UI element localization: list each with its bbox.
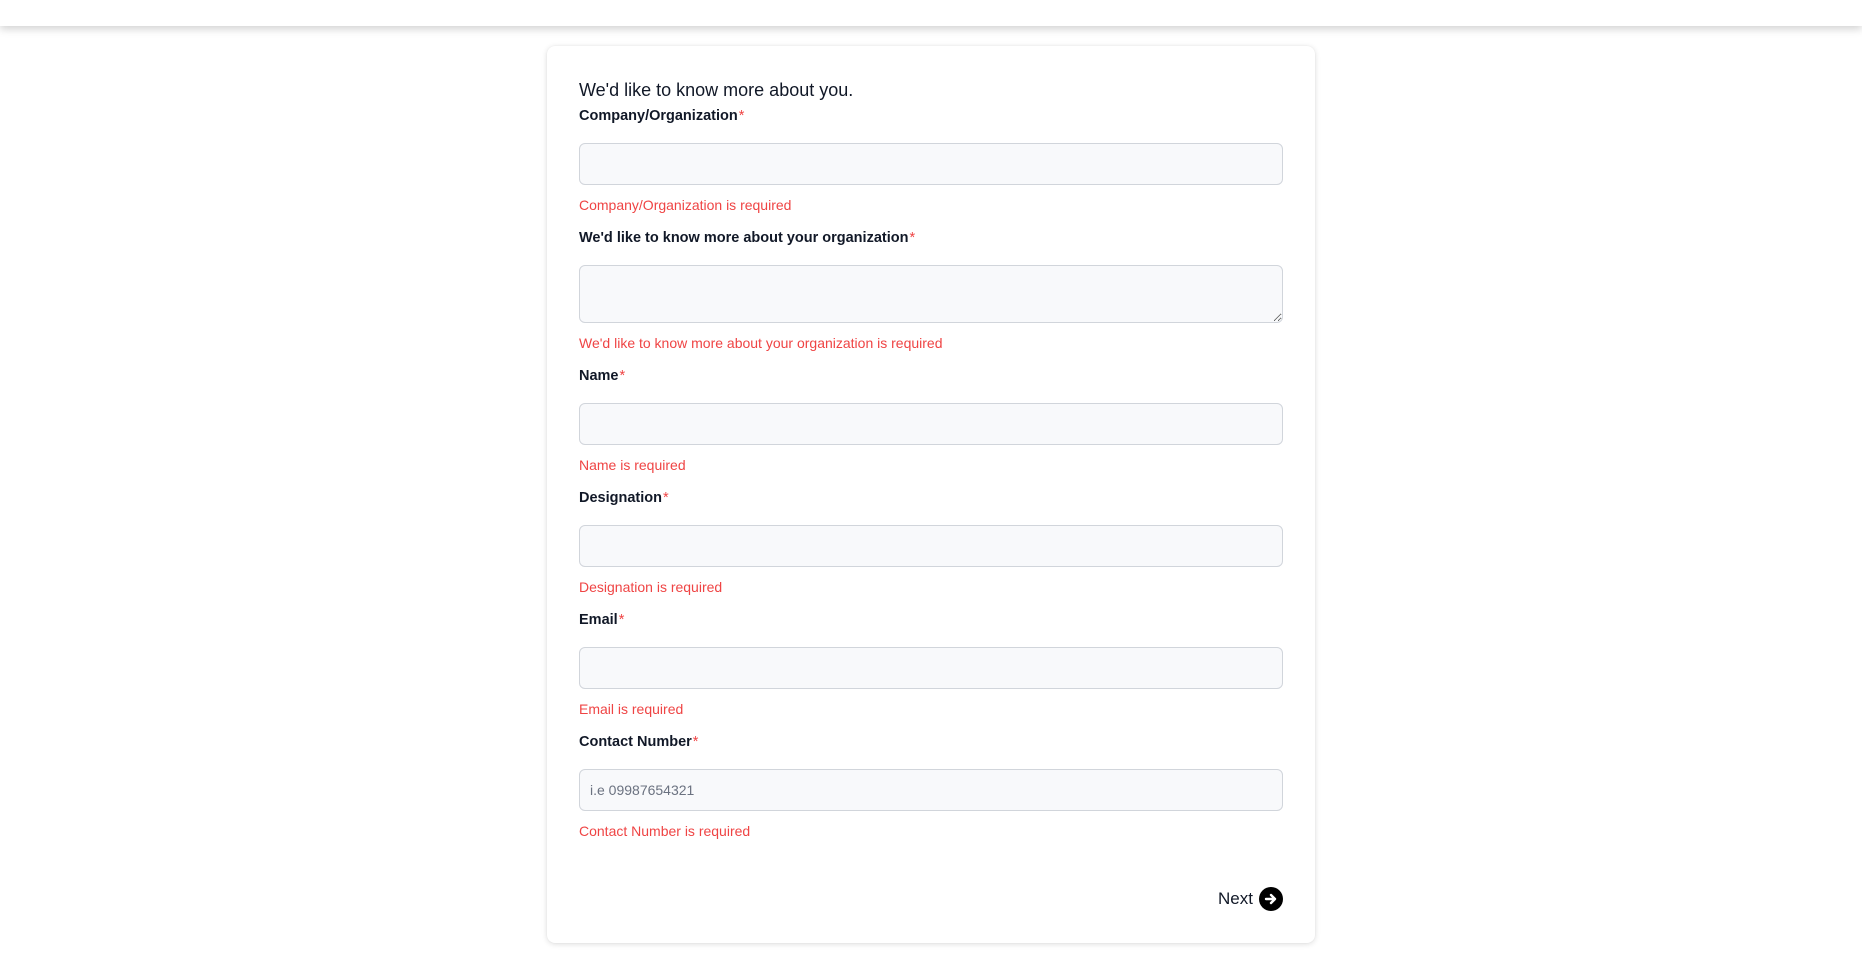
company-error: Company/Organization is required: [579, 197, 792, 213]
contact-number-field-group: Contact Number* Contact Number is requir…: [579, 733, 1283, 840]
organization-about-field-group: We'd like to know more about your organi…: [579, 229, 1283, 352]
organization-about-textarea[interactable]: [579, 265, 1283, 323]
contact-number-label: Contact Number*: [579, 733, 1283, 751]
arrow-right-circle-icon: [1259, 887, 1283, 911]
required-marker: *: [738, 108, 745, 124]
designation-error: Designation is required: [579, 579, 723, 595]
name-label-text: Name: [579, 368, 619, 384]
email-input[interactable]: [579, 647, 1283, 689]
form-card: We'd like to know more about you. Compan…: [547, 46, 1315, 943]
form-title: We'd like to know more about you.: [579, 80, 854, 100]
contact-number-input[interactable]: [579, 769, 1283, 811]
company-field-group: Company/Organization* Company/Organizati…: [579, 107, 1283, 214]
next-button[interactable]: Next: [1218, 887, 1283, 911]
company-label-text: Company/Organization: [579, 108, 738, 124]
company-label: Company/Organization*: [579, 107, 1283, 125]
name-error: Name is required: [579, 457, 686, 473]
name-input[interactable]: [579, 403, 1283, 445]
designation-input[interactable]: [579, 525, 1283, 567]
required-marker: *: [909, 230, 916, 246]
name-label: Name*: [579, 367, 1283, 385]
contact-number-error: Contact Number is required: [579, 823, 751, 839]
designation-field-group: Designation* Designation is required: [579, 489, 1283, 596]
designation-label-text: Designation: [579, 490, 662, 506]
organization-about-error: We'd like to know more about your organi…: [579, 335, 943, 351]
email-field-group: Email* Email is required: [579, 611, 1283, 718]
company-input[interactable]: [579, 143, 1283, 185]
email-label-text: Email: [579, 612, 618, 628]
top-header-bar: [0, 0, 1862, 26]
email-error: Email is required: [579, 701, 684, 717]
name-field-group: Name* Name is required: [579, 367, 1283, 474]
designation-label: Designation*: [579, 489, 1283, 507]
required-marker: *: [692, 734, 699, 750]
required-marker: *: [619, 368, 626, 384]
next-button-label: Next: [1218, 889, 1253, 908]
required-marker: *: [662, 490, 669, 506]
organization-about-label: We'd like to know more about your organi…: [579, 229, 1283, 247]
organization-about-label-text: We'd like to know more about your organi…: [579, 230, 909, 246]
contact-number-label-text: Contact Number: [579, 734, 692, 750]
email-label: Email*: [579, 611, 1283, 629]
required-marker: *: [618, 612, 625, 628]
